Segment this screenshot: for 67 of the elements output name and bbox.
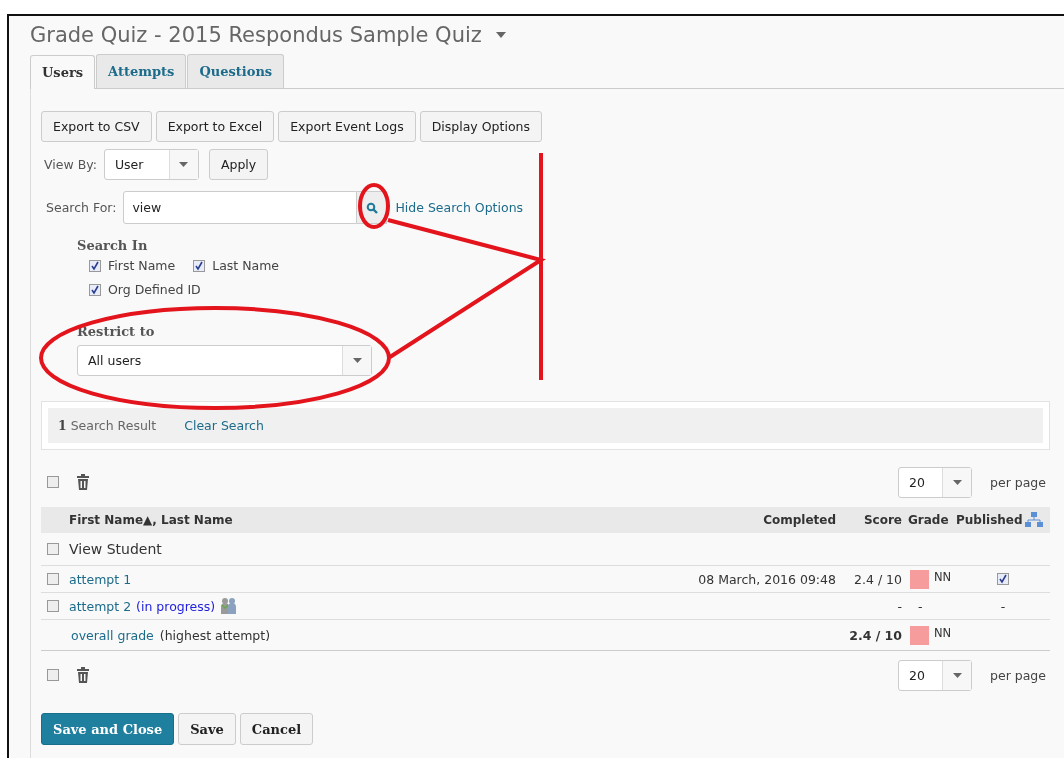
per-page-label: per page — [990, 667, 1046, 683]
checkbox[interactable] — [89, 283, 101, 296]
row-checkbox[interactable] — [47, 600, 59, 612]
select-all-checkbox[interactable] — [47, 476, 59, 488]
attempt-link[interactable]: attempt 1 — [69, 571, 132, 587]
tab[interactable]: Questions — [187, 54, 285, 88]
toolbar-button[interactable]: Display Options — [419, 111, 542, 142]
restrict-to-select[interactable]: All users — [77, 345, 372, 376]
in-progress-link[interactable]: (in progress) — [136, 598, 216, 614]
search-icon[interactable] — [365, 201, 378, 214]
checkbox-label: First Name — [108, 258, 176, 273]
toolbar-button[interactable]: Export Event Logs — [278, 111, 416, 142]
score: 2.4 / 10 — [853, 571, 903, 587]
tab[interactable]: Attempts — [96, 54, 187, 88]
column-header: Grade — [908, 513, 950, 527]
hide-search-options-link[interactable]: Hide Search Options — [395, 200, 524, 215]
apply-button[interactable]: Apply — [208, 149, 269, 180]
tab[interactable]: Users — [30, 55, 96, 89]
search-label: Search For: — [46, 200, 117, 215]
checkbox-label: Org Defined ID — [108, 282, 201, 297]
row-checkbox[interactable] — [47, 543, 59, 555]
completed-date: 08 March, 2016 09:48 — [698, 571, 836, 587]
view-by-select[interactable]: User — [103, 149, 199, 180]
caret-icon[interactable] — [352, 358, 362, 363]
clear-search-link[interactable]: Clear Search — [184, 418, 264, 433]
restrict-to-heading: Restrict to — [77, 324, 156, 339]
attempt-link[interactable]: attempt 2 — [69, 598, 132, 614]
caret-icon[interactable] — [179, 162, 189, 167]
overall-grade-note: (highest attempt) — [159, 627, 271, 643]
toolbar-button[interactable]: Export to CSV — [41, 111, 152, 142]
toolbar-button[interactable]: Export to Excel — [155, 111, 275, 142]
score: 2.4 / 10 — [848, 627, 903, 643]
search-in-heading: Search In — [77, 238, 149, 253]
search-field[interactable]: view — [123, 191, 358, 224]
caret-icon[interactable] — [952, 672, 962, 678]
caret-icon[interactable] — [495, 32, 506, 38]
caret-icon[interactable] — [952, 479, 962, 485]
per-page-label: per page — [990, 474, 1046, 490]
checkbox-label: Last Name — [212, 258, 280, 273]
column-header: Published — [956, 513, 1023, 527]
column-header[interactable]: First Name▲, Last Name — [69, 513, 672, 527]
page-title: Grade Quiz - 2015 Respondus Sample Quiz — [30, 23, 482, 47]
select-all-checkbox[interactable] — [47, 669, 59, 681]
hierarchy-icon[interactable] — [1024, 512, 1043, 528]
grade: NN — [934, 625, 952, 640]
column-header: Completed — [762, 513, 837, 527]
action-button[interactable]: Save — [178, 713, 236, 745]
checkbox[interactable] — [193, 259, 206, 272]
per-page-select[interactable]: 20 — [898, 659, 973, 691]
column-header: Score — [862, 513, 903, 527]
grade: - — [917, 598, 923, 614]
view-by-label: View By: — [44, 157, 97, 172]
row-checkbox[interactable] — [47, 573, 59, 585]
published-value: - — [1000, 598, 1006, 614]
users-icon[interactable] — [220, 597, 239, 615]
per-page-select[interactable]: 20 — [898, 466, 973, 498]
grade: NN — [934, 569, 952, 584]
checkbox[interactable] — [89, 259, 101, 272]
trash-icon[interactable] — [77, 474, 89, 490]
trash-icon[interactable] — [77, 667, 89, 683]
search-result-count: 1 Search Result — [58, 418, 157, 433]
student-name: View Student — [69, 541, 163, 557]
action-button[interactable]: Cancel — [239, 713, 314, 745]
action-button[interactable]: Save and Close — [41, 713, 175, 745]
published-checkbox[interactable] — [997, 573, 1009, 585]
score: - — [896, 598, 903, 614]
overall-grade-link[interactable]: overall grade — [71, 627, 154, 643]
